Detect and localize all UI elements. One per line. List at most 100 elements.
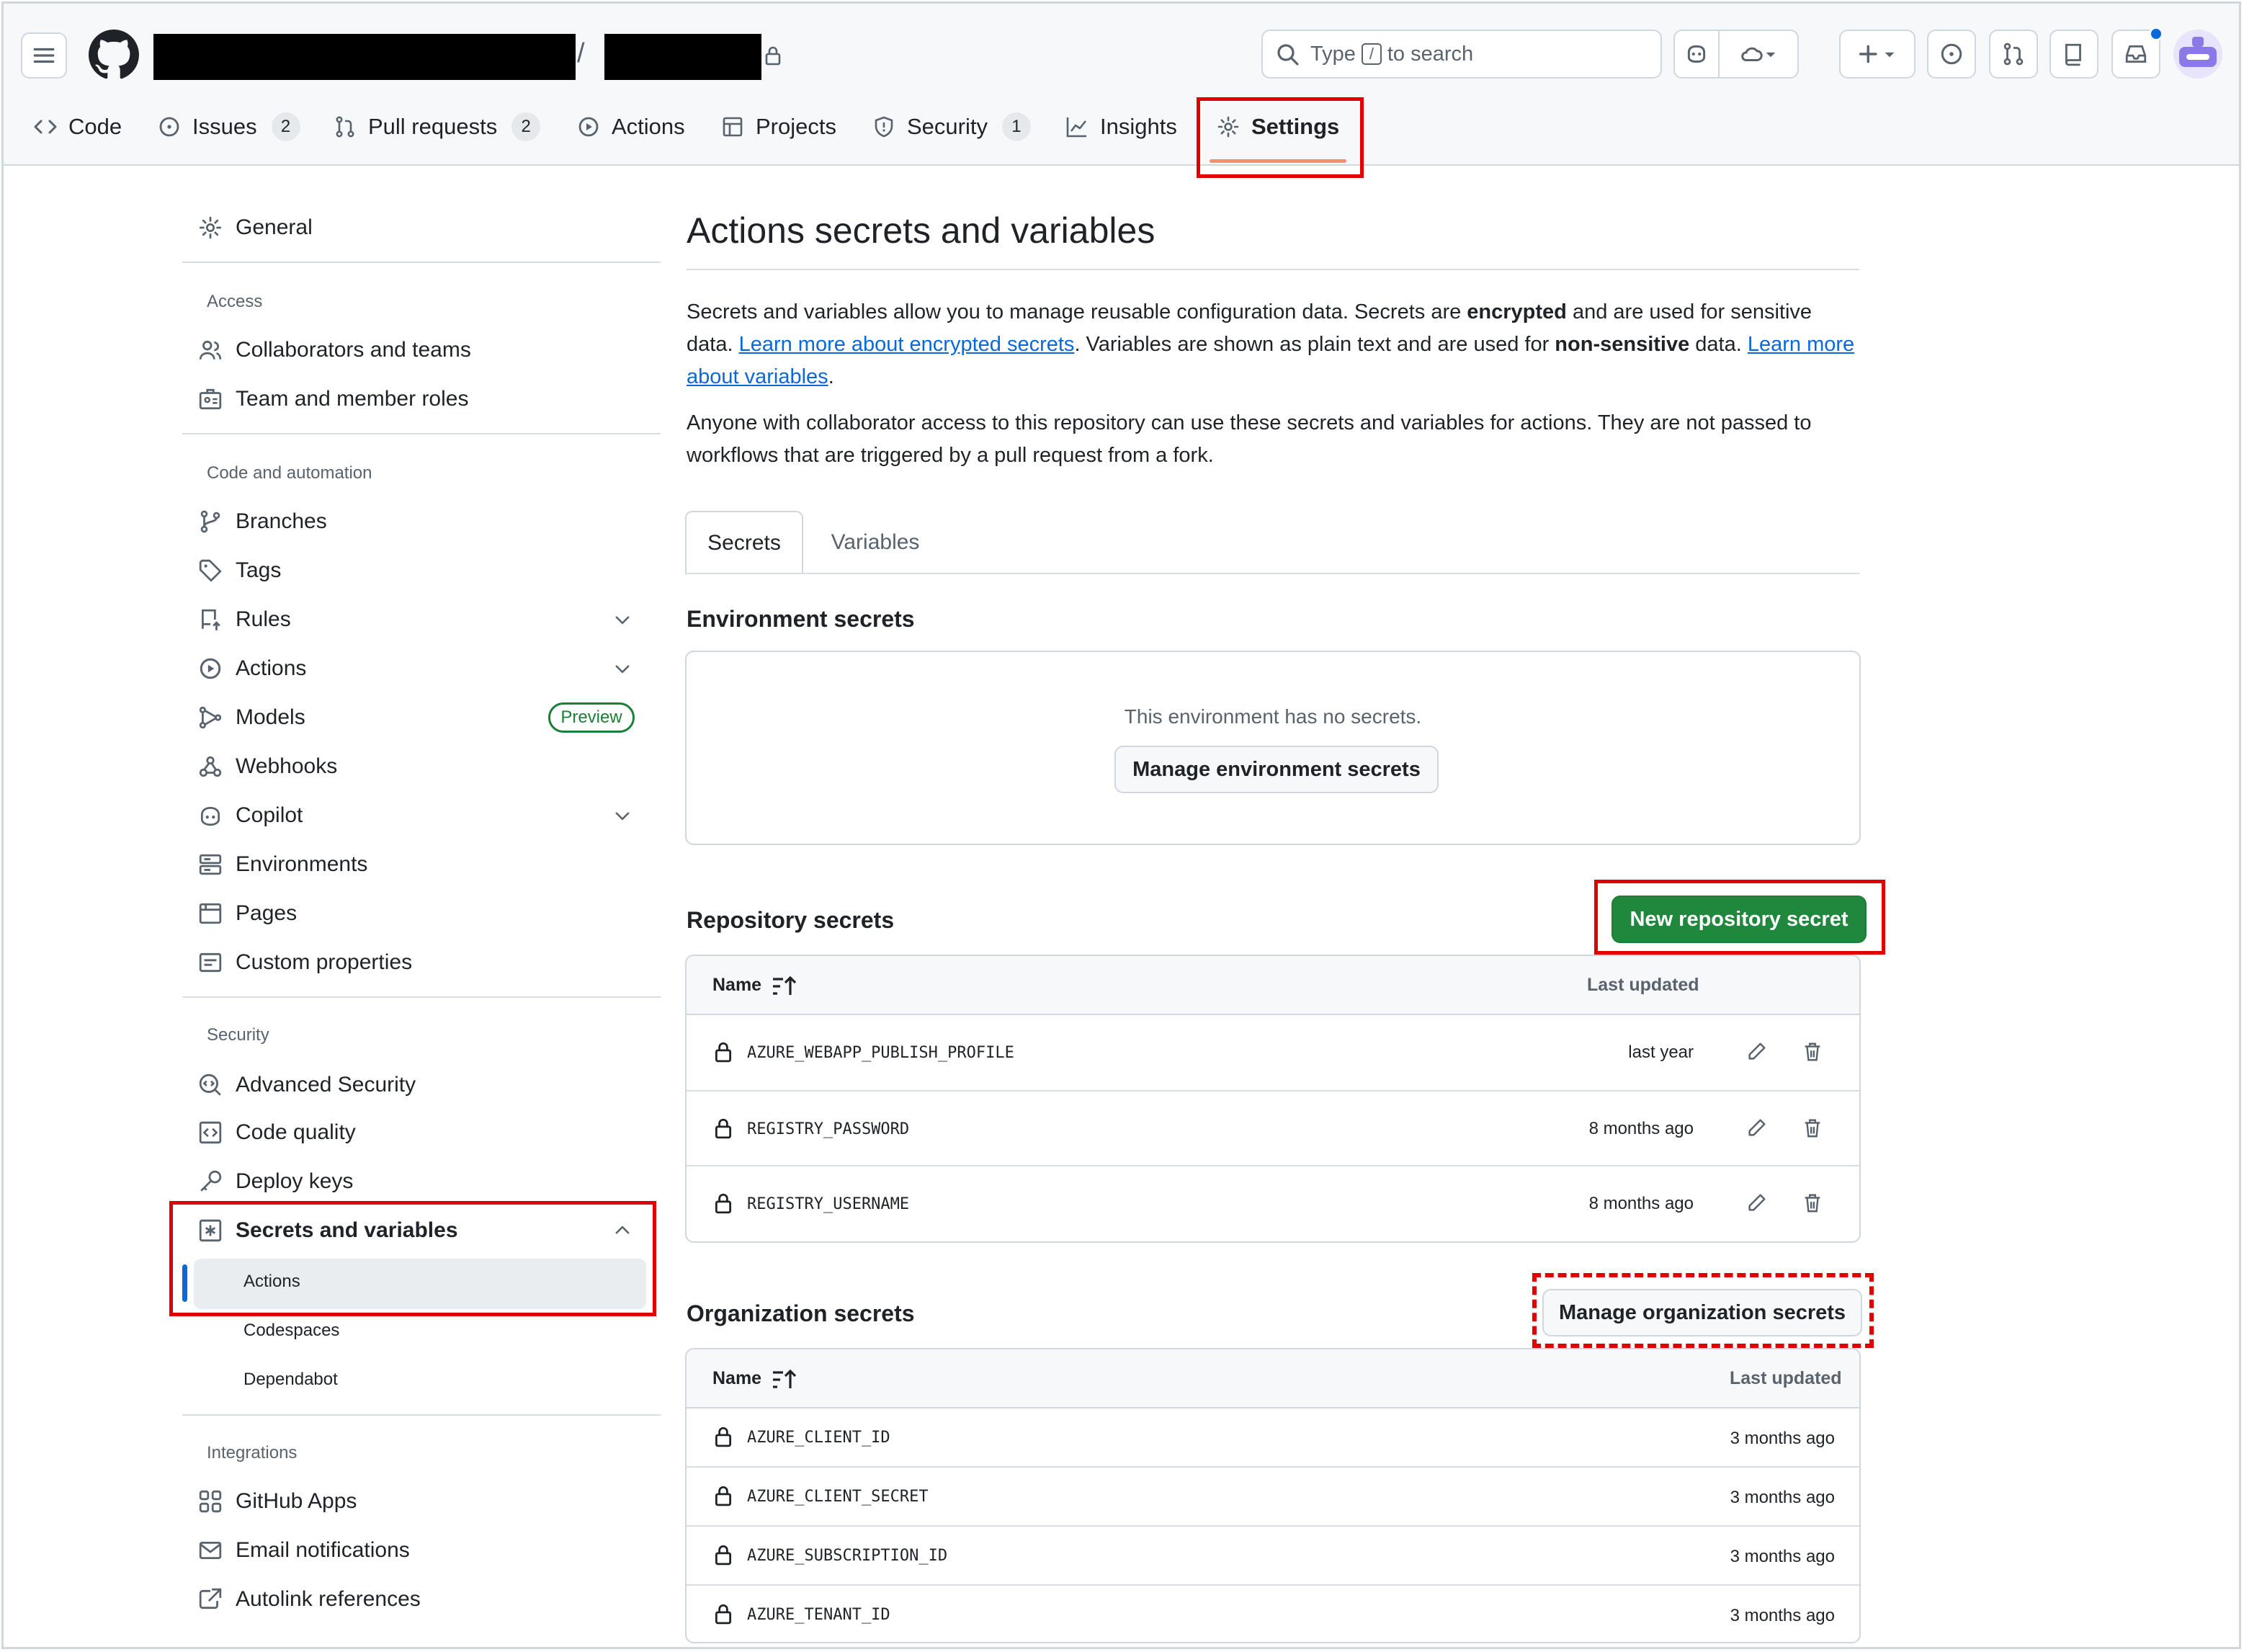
avatar[interactable] [2173,30,2222,79]
sidebar-item-actions[interactable]: Actions [198,649,306,688]
sidebar-item-deploy-keys[interactable]: Deploy keys [198,1162,353,1201]
issue-icon [159,117,179,137]
chevron-down-icon[interactable] [613,806,632,825]
tab-insights[interactable]: Insights [1065,106,1177,148]
intro-text: data. [1689,333,1748,356]
sidebar-item-team-roles[interactable]: Team and member roles [198,380,468,419]
pencil-icon[interactable] [1745,1117,1767,1139]
trash-icon[interactable] [1802,1192,1823,1214]
search-input[interactable]: Type / to search [1261,30,1662,79]
tab-code[interactable]: Code [34,106,122,148]
sidebar-item-rules[interactable]: Rules [198,600,291,639]
sidebar-item-github-apps[interactable]: GitHub Apps [198,1482,357,1521]
new-secret-highlight-box [1594,880,1885,955]
secrets-sidebar-highlight-box [169,1201,656,1316]
sidebar-item-label: Actions [236,656,307,680]
sidebar-item-pages[interactable]: Pages [198,894,297,933]
table-row: AZURE_TENANT_ID 3 months ago [687,1586,1859,1643]
repository-secrets-table: Name Last updated AZURE_WEBAPP_PUBLISH_P… [685,955,1861,1243]
tab-issues[interactable]: Issues 2 [158,106,300,148]
redacted-owner [153,34,576,80]
sidebar-item-custom-properties[interactable]: Custom properties [198,943,412,982]
secret-name: REGISTRY_USERNAME [747,1195,910,1213]
sidebar-item-models[interactable]: Models [198,698,305,737]
repo-push-icon [201,609,220,630]
private-lock-icon [765,46,781,66]
preview-badge: Preview [548,702,635,733]
play-icon [578,117,599,137]
copilot-button[interactable] [1673,30,1720,79]
people-icon [199,340,222,360]
issues-button[interactable] [1927,30,1976,79]
trash-icon[interactable] [1802,1041,1823,1063]
sidebar-item-code-quality[interactable]: Code quality [198,1113,356,1152]
tab-secrets[interactable]: Secrets [685,511,803,574]
manage-environment-secrets-button[interactable]: Manage environment secrets [1114,746,1439,793]
tab-projects[interactable]: Projects [721,106,836,148]
environment-empty-message: This environment has no secrets. [1124,705,1422,728]
sidebar-item-label: Team and member roles [236,387,469,411]
hamburger-icon [33,48,55,63]
github-logo-icon[interactable] [89,30,139,80]
pull-requests-button[interactable] [1989,30,2038,79]
sidebar-item-label: Tags [236,558,282,582]
sidebar-item-label: Autolink references [236,1587,421,1611]
settings-highlight-box [1197,97,1364,178]
secret-name: AZURE_CLIENT_ID [747,1429,890,1447]
collaborator-note: Anyone with collaborator access to this … [687,411,1812,467]
repositories-button[interactable] [2049,30,2098,79]
key-icon [200,1170,222,1192]
tab-actions[interactable]: Actions [577,106,685,148]
pencil-icon[interactable] [1745,1041,1767,1063]
pencil-icon[interactable] [1745,1192,1767,1214]
sidebar-item-webhooks[interactable]: Webhooks [198,747,337,786]
table-row: AZURE_CLIENT_ID 3 months ago [687,1408,1859,1468]
git-pull-request-icon [2003,43,2024,66]
plus-chevron-icon [1859,45,1895,63]
sidebar-item-environments[interactable]: Environments [198,845,367,884]
sidebar-item-autolink-references[interactable]: Autolink references [198,1580,421,1619]
create-new-button[interactable] [1839,30,1916,79]
pull-requests-count-badge: 2 [511,112,541,141]
note-icon [199,952,222,973]
cross-reference-icon [199,1588,222,1609]
learn-more-secrets-link[interactable]: Learn more about encrypted secrets [739,333,1075,356]
copilot-icon [1687,45,1706,63]
table-header: Name Last updated [687,956,1859,1015]
trash-icon[interactable] [1802,1117,1823,1139]
tab-variables[interactable]: Variables [825,511,926,574]
secret-name: AZURE_WEBAPP_PUBLISH_PROFILE [747,1044,1014,1062]
inbox-icon [2125,45,2147,63]
lock-icon [715,1118,732,1139]
sidebar-item-general[interactable]: General [198,208,313,247]
sort-ascending-icon[interactable] [772,1370,797,1390]
sidebar-item-collaborators[interactable]: Collaborators and teams [198,331,471,370]
search-prefix: Type [1310,42,1356,66]
sidebar-item-branches[interactable]: Branches [198,502,327,541]
sidebar-item-email-notifications[interactable]: Email notifications [198,1531,410,1570]
git-branch-icon [200,510,220,533]
secret-updated: 3 months ago [1730,1547,1835,1566]
issue-opened-icon [1941,43,1962,65]
chevron-down-icon[interactable] [613,659,632,678]
copilot-menu-button[interactable] [1718,30,1799,79]
tab-pull-requests[interactable]: Pull requests 2 [334,106,541,148]
tab-security[interactable]: Security 1 [872,106,1031,148]
sidebar-item-label: Email notifications [236,1538,410,1562]
tab-projects-label: Projects [756,114,836,139]
organization-secrets-title: Organization secrets [687,1300,915,1326]
sidebar-subitem-codespaces[interactable]: Codespaces [243,1321,339,1341]
sidebar-item-copilot[interactable]: Copilot [198,796,303,835]
sidebar-divider [182,433,661,434]
sidebar-subitem-dependabot[interactable]: Dependabot [243,1370,338,1390]
secret-updated: 8 months ago [1588,1194,1694,1213]
security-count-badge: 1 [1001,112,1031,141]
column-name-header[interactable]: Name [712,1368,761,1389]
menu-button[interactable] [21,32,67,79]
sidebar-heading-security: Security [207,1025,269,1045]
sidebar-item-advanced-security[interactable]: Advanced Security [198,1066,416,1104]
column-name-header[interactable]: Name [712,975,761,996]
sidebar-item-tags[interactable]: Tags [198,551,281,590]
sort-ascending-icon[interactable] [772,976,797,996]
chevron-down-icon[interactable] [613,610,632,629]
